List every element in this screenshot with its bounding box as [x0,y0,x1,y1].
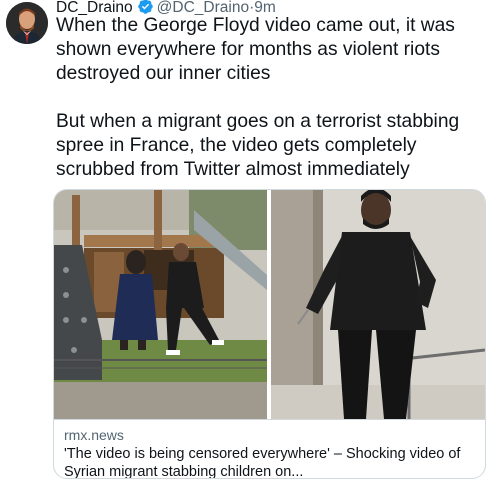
tweet-paragraph: When the George Floyd video came out, it… [56,15,455,84]
tweet-paragraph: But when a migrant goes on a terrorist s… [56,111,460,180]
card-title: 'The video is being censored everywhere'… [64,446,461,479]
avatar-image [6,2,48,44]
suspect-image [271,190,485,419]
playground-image [54,190,267,419]
card-domain: rmx.news [64,427,124,443]
media-divider [267,190,271,419]
link-card[interactable]: rmx.news 'The video is being censored ev… [53,189,486,479]
tweet-text: When the George Floyd video came out, it… [56,14,486,182]
card-meta[interactable]: rmx.news 'The video is being censored ev… [54,419,485,479]
avatar[interactable] [6,2,48,44]
